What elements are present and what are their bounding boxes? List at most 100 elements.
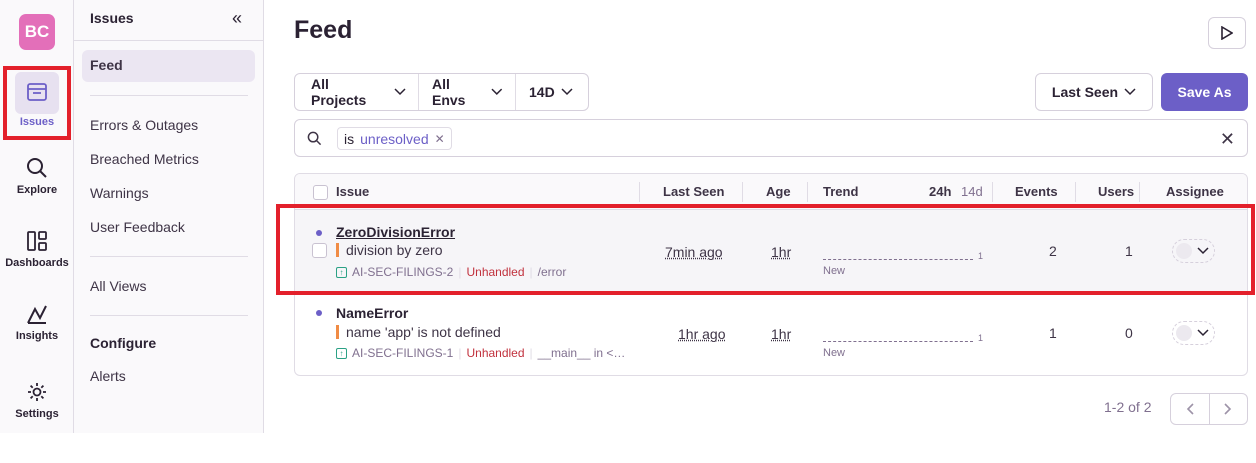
table-row[interactable]: NameError name 'app' is not defined ↑ AI… <box>295 293 1247 375</box>
trend-sparkline <box>823 341 973 342</box>
row-checkbox[interactable] <box>312 243 327 258</box>
collapse-sidebar-icon[interactable]: « <box>232 8 242 29</box>
column-header-issue: Issue <box>336 184 370 199</box>
next-page-button[interactable] <box>1210 394 1248 424</box>
filter-bar: All Projects All Envs 14D <box>294 73 589 111</box>
project-selector[interactable]: All Projects <box>295 74 419 110</box>
previous-page-button[interactable] <box>1171 394 1210 424</box>
unhandled-label: Unhandled <box>466 265 525 279</box>
trend-period-14d[interactable]: 14d <box>961 184 983 199</box>
chevron-right-icon <box>1224 403 1232 415</box>
play-button[interactable] <box>1208 17 1246 49</box>
project-icon: ↑ <box>336 266 347 278</box>
table-row[interactable]: ZeroDivisionError division by zero ↑ AI-… <box>295 210 1247 292</box>
avatar-placeholder <box>1176 325 1192 341</box>
chevron-down-icon <box>491 88 503 95</box>
age-value: 1hr <box>771 326 792 342</box>
column-header-age[interactable]: Age <box>766 184 791 199</box>
column-header-last-seen[interactable]: Last Seen <box>663 184 724 199</box>
org-avatar[interactable]: BC <box>19 14 55 50</box>
users-value: 1 <box>1125 243 1133 259</box>
page-title: Feed <box>294 16 353 44</box>
divider <box>742 182 743 202</box>
remove-token-icon[interactable]: ✕ <box>435 132 445 146</box>
unread-dot <box>316 230 322 236</box>
trend-sparkline <box>823 259 973 260</box>
search-token-value[interactable]: unresolved <box>360 131 429 147</box>
issue-title-link[interactable]: ZeroDivisionError <box>336 224 455 240</box>
issues-table: Issue Last Seen Age Trend 24h 14d Events… <box>294 173 1248 376</box>
separator: | <box>529 346 533 360</box>
culprit: /error <box>537 265 567 279</box>
table-header: Issue Last Seen Age Trend 24h 14d Events… <box>295 174 1247 210</box>
sidebar-item-user-feedback[interactable]: User Feedback <box>90 219 185 235</box>
issue-meta: ↑ AI-SEC-FILINGS-1 | Unhandled | __main_… <box>336 346 625 360</box>
insights-icon <box>25 302 49 326</box>
separator: | <box>458 346 462 360</box>
project-short-id[interactable]: AI-SEC-FILINGS-1 <box>352 346 453 360</box>
sidebar-item-breached-metrics[interactable]: Breached Metrics <box>90 151 199 167</box>
trend-period-24h[interactable]: 24h <box>929 184 951 199</box>
dashboards-icon <box>25 229 49 253</box>
culprit: __main__ in <… <box>537 346 626 360</box>
trend-new-label: New <box>823 265 846 277</box>
separator: | <box>529 265 533 279</box>
search-token[interactable]: is unresolved ✕ <box>337 127 452 150</box>
time-period-label: 14D <box>529 84 555 100</box>
rail-item-insights[interactable]: Insights <box>0 302 74 342</box>
environment-selector[interactable]: All Envs <box>419 74 516 110</box>
rail-label: Issues <box>19 116 55 128</box>
divider <box>90 95 248 96</box>
sidebar-item-feed[interactable]: Feed <box>82 50 255 82</box>
unread-dot <box>316 310 322 316</box>
time-period-selector[interactable]: 14D <box>516 74 585 110</box>
rail-item-settings[interactable]: Settings <box>0 380 74 420</box>
trend-new-label: New <box>823 347 846 359</box>
rail-item-explore[interactable]: Explore <box>0 156 74 196</box>
sidebar-item-all-views[interactable]: All Views <box>90 278 147 294</box>
issue-meta: ↑ AI-SEC-FILINGS-2 | Unhandled | /error <box>336 265 566 279</box>
issues-inbox-icon <box>25 80 49 104</box>
events-value: 2 <box>1049 243 1057 259</box>
trend-max-value: 1 <box>978 333 984 343</box>
issues-sidebar: Issues « Feed Errors & Outages Breached … <box>74 0 264 433</box>
clear-search-icon[interactable]: ✕ <box>1220 129 1235 150</box>
project-icon: ↑ <box>336 347 347 359</box>
sort-label: Last Seen <box>1051 84 1119 100</box>
column-header-trend[interactable]: Trend <box>823 184 858 199</box>
gear-icon <box>25 380 49 404</box>
divider <box>1139 182 1140 202</box>
issue-message: division by zero <box>336 243 443 257</box>
divider <box>1075 182 1076 202</box>
issue-message: name 'app' is not defined <box>336 325 501 339</box>
sidebar-item-warnings[interactable]: Warnings <box>90 185 149 201</box>
rail-label: Insights <box>15 330 59 342</box>
chevron-down-icon <box>394 88 406 96</box>
select-all-checkbox[interactable] <box>313 185 328 200</box>
column-header-events[interactable]: Events <box>1015 184 1058 199</box>
rail-label: Dashboards <box>5 257 69 269</box>
search-icon <box>307 131 322 146</box>
sidebar-item-errors-outages[interactable]: Errors & Outages <box>90 117 198 133</box>
pagination-controls <box>1170 393 1248 425</box>
project-short-id[interactable]: AI-SEC-FILINGS-2 <box>352 265 453 279</box>
column-header-users[interactable]: Users <box>1098 184 1134 199</box>
save-as-button[interactable]: Save As <box>1161 73 1248 111</box>
assignee-selector[interactable] <box>1172 239 1215 263</box>
trend-max-value: 1 <box>978 251 984 261</box>
sort-dropdown[interactable]: Last Seen <box>1035 73 1153 111</box>
divider <box>992 182 993 202</box>
sidebar-section-configure: Configure <box>90 335 157 351</box>
divider <box>639 182 640 202</box>
search-bar[interactable]: is unresolved ✕ ✕ <box>294 119 1248 157</box>
chevron-down-icon <box>561 88 573 96</box>
events-value: 1 <box>1049 325 1057 341</box>
chevron-left-icon <box>1186 403 1194 415</box>
divider <box>90 256 248 257</box>
assignee-selector[interactable] <box>1172 321 1215 345</box>
sidebar-item-alerts[interactable]: Alerts <box>90 368 126 384</box>
environment-selector-label: All Envs <box>432 76 466 108</box>
rail-item-issues[interactable]: Issues <box>0 72 74 128</box>
rail-item-dashboards[interactable]: Dashboards <box>0 229 74 269</box>
issue-title-link[interactable]: NameError <box>336 305 408 321</box>
